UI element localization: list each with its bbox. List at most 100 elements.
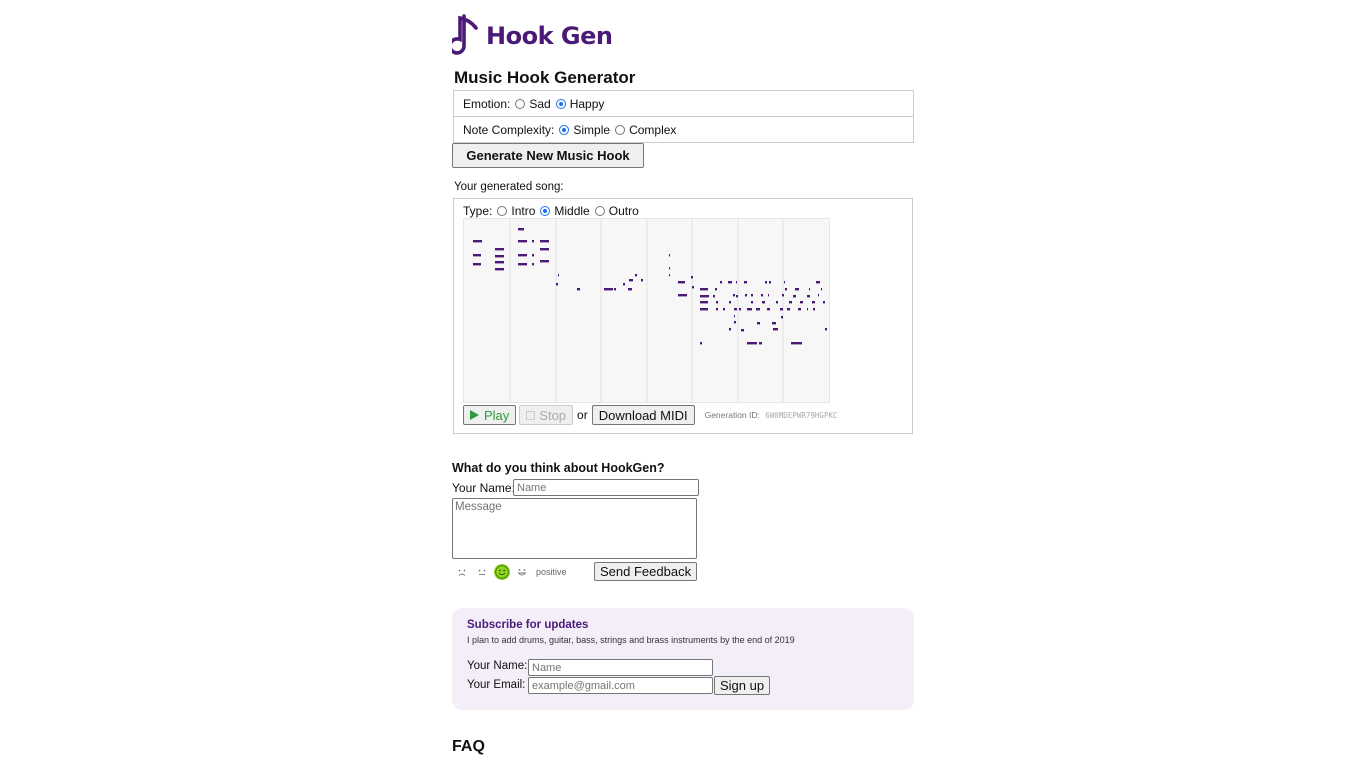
type-intro-label[interactable]: Intro (511, 204, 535, 218)
midi-note (540, 240, 549, 243)
emotion-happy-label[interactable]: Happy (570, 97, 605, 111)
midi-note (734, 321, 736, 324)
midi-note (825, 328, 827, 331)
subscribe-email-label: Your Email: (467, 679, 526, 691)
midi-note (772, 322, 776, 325)
midi-note (734, 308, 737, 311)
very-happy-face-icon[interactable] (514, 564, 530, 580)
midi-note (723, 308, 725, 311)
midi-note (604, 288, 613, 291)
midi-note (798, 308, 801, 311)
midi-note (745, 294, 747, 297)
subscribe-title: Subscribe for updates (467, 619, 589, 631)
complexity-row: Note Complexity: Simple Complex (454, 116, 913, 142)
midi-note (784, 281, 785, 284)
feedback-name-input[interactable]: Name (513, 479, 699, 496)
midi-note (577, 288, 580, 291)
midi-note (739, 308, 741, 311)
signup-button[interactable]: Sign up (714, 676, 771, 695)
type-outro-radio[interactable] (594, 206, 605, 216)
midi-note (700, 342, 702, 345)
midi-note (785, 288, 787, 291)
options-panel: Emotion: Sad Happy Note Complexity: Simp… (453, 90, 914, 143)
midi-note (729, 301, 731, 304)
midi-note (781, 316, 783, 319)
hookgen-logo[interactable]: Hook Gen (452, 12, 613, 60)
subscribe-name-input[interactable]: Name (528, 659, 713, 676)
midi-note (669, 267, 670, 270)
type-outro-label[interactable]: Outro (609, 204, 639, 218)
midi-note (678, 294, 687, 297)
midi-note (532, 263, 534, 266)
midi-note (787, 308, 790, 311)
midi-note (540, 260, 549, 263)
happy-face-icon[interactable] (494, 564, 510, 580)
play-label: Play (484, 407, 510, 423)
midi-note (716, 308, 718, 311)
midi-note (807, 295, 810, 298)
midi-note (733, 294, 735, 297)
play-icon (470, 410, 479, 420)
midi-note (773, 328, 778, 331)
midi-note (747, 308, 752, 311)
midi-note (768, 294, 769, 297)
midi-note (678, 281, 685, 284)
midi-note (813, 308, 815, 311)
generation-id-label: Generation ID: (704, 410, 760, 420)
midi-note (556, 283, 558, 286)
feedback-message-input[interactable]: Message (452, 498, 697, 559)
page-title: Music Hook Generator (454, 68, 636, 87)
stop-button[interactable]: Stop (519, 405, 574, 425)
midi-note (720, 281, 722, 284)
midi-note (741, 329, 744, 332)
midi-note (700, 295, 709, 298)
midi-note (751, 294, 753, 297)
midi-note (715, 288, 717, 291)
song-panel: Type: Intro Middle Outro Play Stop or Do… (453, 198, 913, 434)
type-row: Type: Intro Middle Outro (463, 204, 639, 218)
generation-id-value: 6W0MDEPWR79HGPKC (765, 411, 838, 420)
midi-note (713, 295, 715, 298)
play-button[interactable]: Play (463, 405, 517, 425)
generate-hook-button[interactable]: Generate New Music Hook (452, 143, 644, 168)
type-middle-label[interactable]: Middle (554, 204, 589, 218)
neutral-face-icon[interactable] (474, 564, 490, 580)
midi-note (473, 263, 481, 266)
emotion-sad-label[interactable]: Sad (529, 97, 550, 111)
midi-note (669, 254, 670, 257)
emotion-row: Emotion: Sad Happy (454, 91, 913, 116)
subscribe-email-input[interactable]: example@gmail.com (528, 677, 713, 694)
midi-note (816, 281, 820, 284)
send-feedback-button[interactable]: Send Feedback (594, 562, 698, 581)
playback-controls: Play Stop or Download MIDI Generation ID… (463, 405, 838, 425)
midi-note (761, 294, 763, 297)
midi-note (629, 279, 633, 282)
complexity-complex-label[interactable]: Complex (629, 123, 676, 137)
type-intro-radio[interactable] (497, 206, 508, 216)
music-note-icon (452, 14, 478, 55)
midi-note (769, 281, 771, 284)
midi-note (756, 308, 760, 311)
complexity-simple-label[interactable]: Simple (573, 123, 610, 137)
midi-note (700, 288, 708, 291)
midi-note (734, 315, 735, 318)
logo-text: Hook Gen (486, 22, 613, 50)
midi-note (759, 342, 762, 345)
complexity-complex-radio[interactable] (615, 124, 626, 135)
stop-icon (526, 410, 536, 420)
very-sad-face-icon[interactable] (454, 564, 470, 580)
midi-note (789, 301, 792, 304)
midi-note (767, 308, 770, 311)
midi-note (729, 328, 731, 331)
generation-id: Generation ID: 6W0MDEPWR79HGPKC (705, 410, 838, 420)
type-middle-radio[interactable] (540, 206, 551, 216)
emotion-happy-radio[interactable] (555, 98, 566, 109)
midi-note (518, 254, 527, 257)
midi-note (691, 276, 693, 279)
complexity-simple-radio[interactable] (559, 124, 570, 135)
emotion-sad-radio[interactable] (515, 98, 526, 109)
midi-note (473, 240, 482, 243)
midi-note (757, 322, 760, 325)
download-midi-button[interactable]: Download MIDI (591, 405, 695, 425)
midi-note (700, 308, 708, 311)
